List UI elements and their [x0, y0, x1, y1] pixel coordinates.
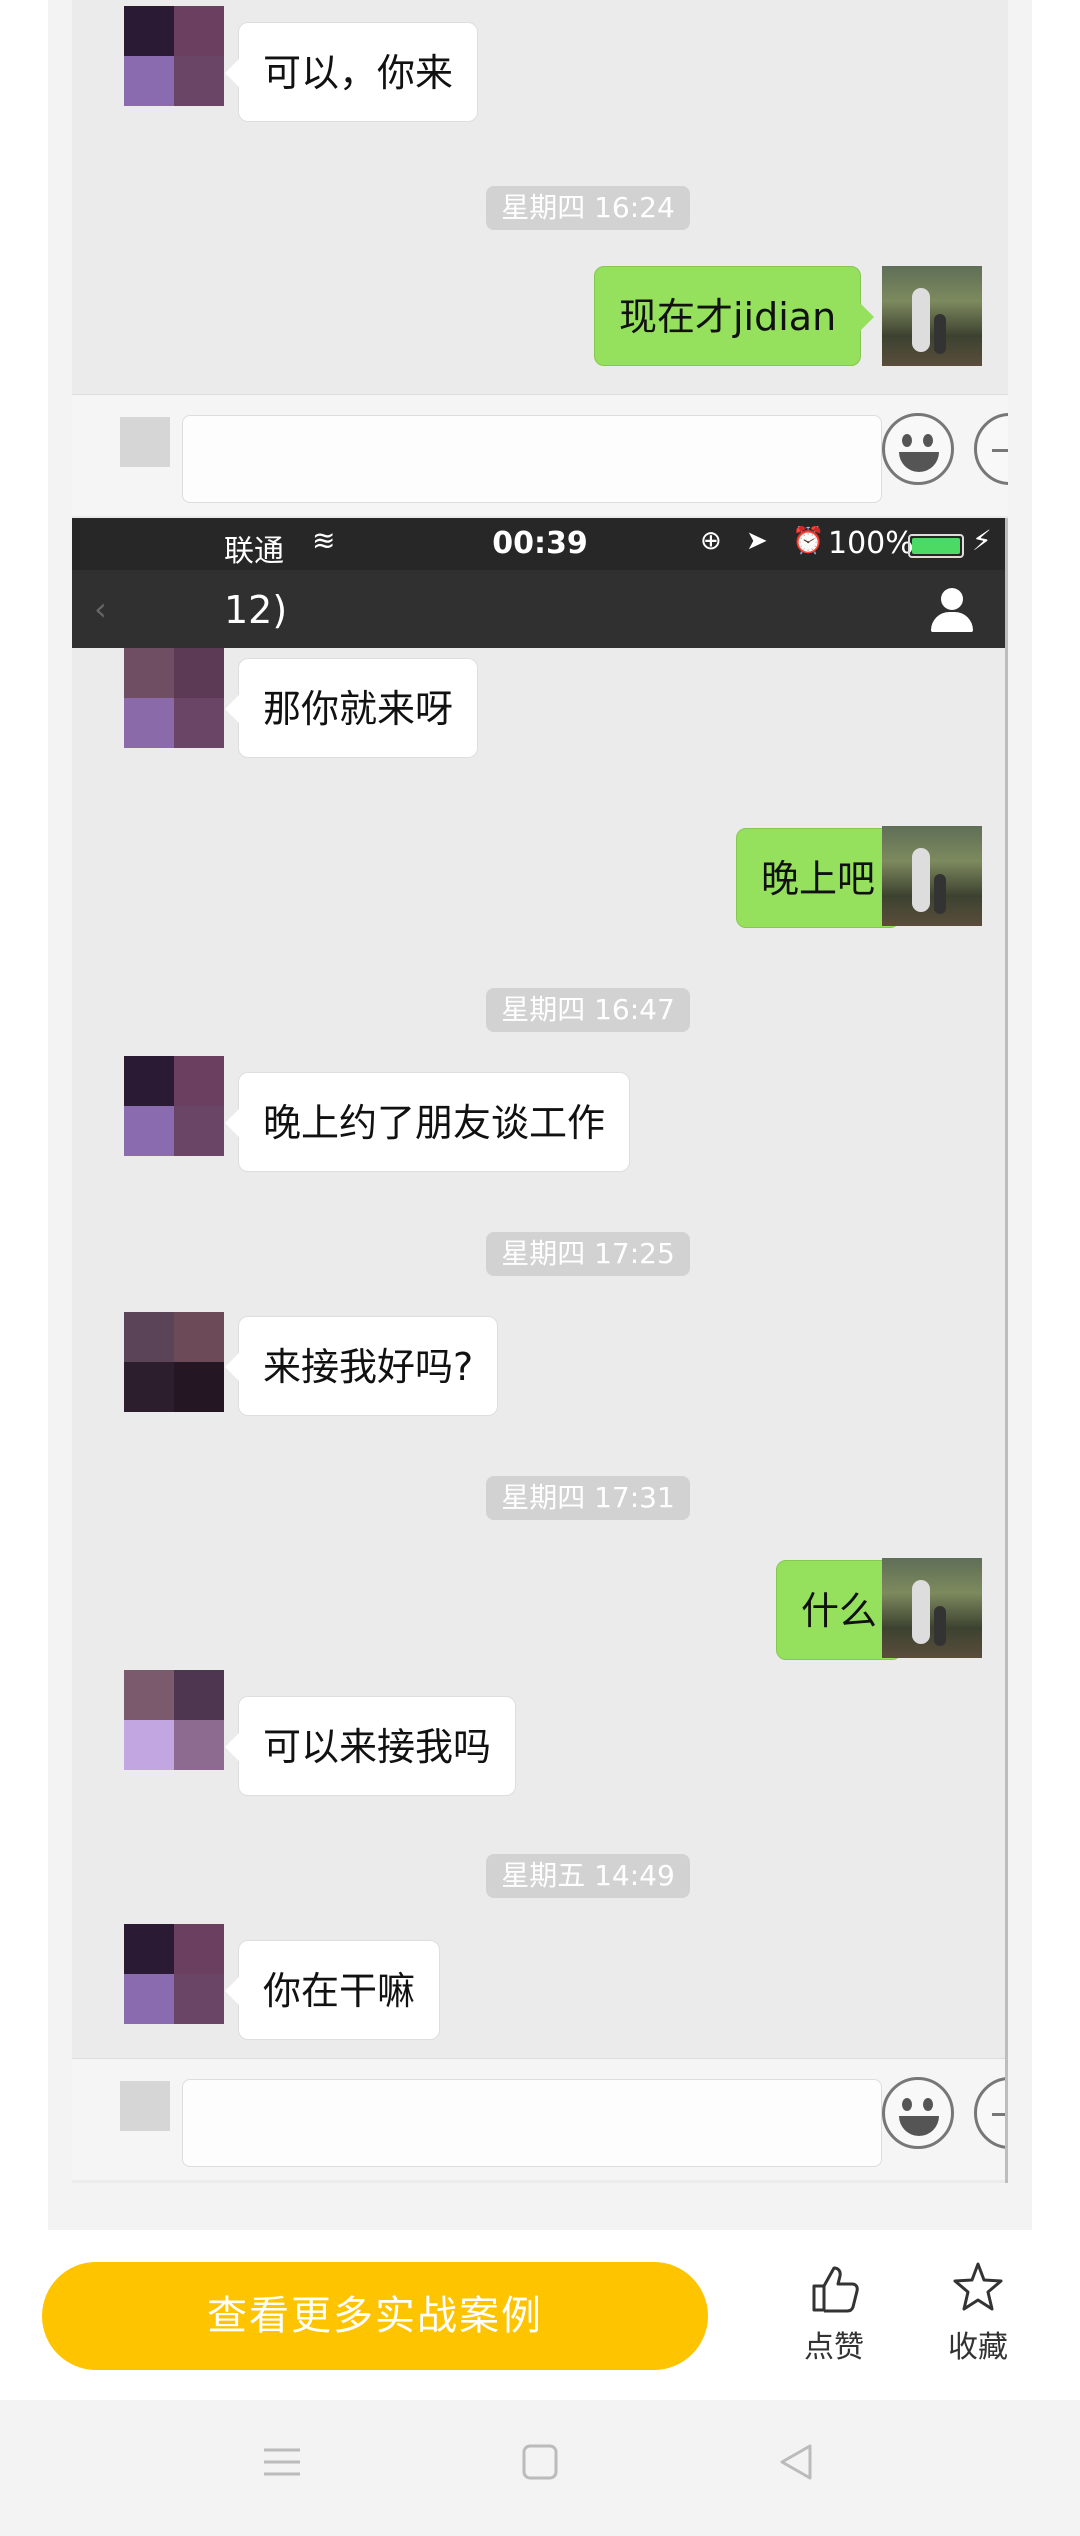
divider	[1005, 518, 1008, 2183]
charging-icon: ⚡	[972, 524, 992, 557]
message-bubble-received: 可以，你来	[224, 22, 479, 122]
message-bubble-received: 那你就来呀	[224, 658, 479, 758]
back-icon[interactable]: ‹	[94, 590, 107, 628]
home-icon[interactable]	[520, 2442, 560, 2482]
thumbs-up-icon	[812, 2266, 859, 2313]
plus-icon[interactable]	[974, 413, 1008, 485]
contact-avatar	[124, 1924, 224, 2024]
back-icon[interactable]	[776, 2442, 816, 2482]
status-bar: 联通 ≋ 00:39 ⊕ ➤ ⏰ 100% ⚡	[72, 518, 1008, 570]
screenshot-card: 可以，你来 星期四 16:24 现在才jidian 联通 ≋ 00:39 ⊕ ➤…	[48, 0, 1032, 2230]
article-page: 可以，你来 星期四 16:24 现在才jidian 联通 ≋ 00:39 ⊕ ➤…	[0, 0, 1080, 2536]
system-nav-bar	[0, 2400, 1080, 2536]
battery-icon	[908, 534, 964, 558]
star-icon	[953, 2262, 1003, 2311]
chat-screenshot-top: 可以，你来 星期四 16:24 现在才jidian	[72, 0, 1008, 518]
timestamp: 星期四 17:31	[486, 1476, 690, 1520]
chat-title: 12)	[224, 588, 288, 632]
person-icon[interactable]	[927, 586, 977, 636]
message-bubble-received: 晚上约了朋友谈工作	[224, 1072, 631, 1172]
my-avatar	[882, 1558, 982, 1658]
view-more-cases-button[interactable]: 查看更多实战案例	[42, 2262, 708, 2370]
battery-percent: 100%	[828, 526, 914, 561]
chat-input-bar	[72, 2058, 1008, 2180]
voice-toggle-icon[interactable]	[120, 417, 170, 467]
message-bubble-sent: 晚上吧	[736, 828, 914, 928]
emoji-icon[interactable]	[882, 413, 954, 485]
bottom-action-bar: 查看更多实战案例 点赞 收藏	[0, 2230, 1080, 2400]
emoji-icon[interactable]	[882, 2077, 954, 2149]
message-bubble-sent: 现在才jidian	[594, 266, 875, 366]
my-avatar	[882, 266, 982, 366]
message-bubble-received: 可以来接我吗	[224, 1696, 517, 1796]
menu-icon[interactable]	[262, 2442, 302, 2482]
timestamp: 星期四 16:47	[486, 988, 690, 1032]
plus-icon[interactable]	[974, 2077, 1008, 2149]
message-input[interactable]	[182, 415, 882, 503]
status-icons: ⊕ ➤ ⏰	[700, 526, 833, 556]
message-input[interactable]	[182, 2079, 882, 2167]
contact-avatar	[124, 648, 224, 748]
my-avatar	[882, 826, 982, 926]
contact-avatar	[124, 1056, 224, 1156]
contact-avatar	[124, 1670, 224, 1770]
chat-screenshot-bottom: 联通 ≋ 00:39 ⊕ ➤ ⏰ 100% ⚡ ‹ 12) 那你就来呀 晚上吧 …	[72, 518, 1008, 2183]
chat-input-bar	[72, 394, 1008, 516]
contact-avatar	[124, 6, 224, 106]
voice-toggle-icon[interactable]	[120, 2081, 170, 2131]
timestamp: 星期四 17:25	[486, 1232, 690, 1276]
message-bubble-received: 你在干嘛	[224, 1940, 441, 2040]
timestamp: 星期五 14:49	[486, 1854, 690, 1898]
chat-nav-bar: ‹ 12)	[72, 570, 1008, 648]
contact-avatar	[124, 1312, 224, 1412]
timestamp: 星期四 16:24	[486, 186, 690, 230]
message-bubble-received: 来接我好吗?	[224, 1316, 499, 1416]
like-button[interactable]: 点赞	[784, 2260, 884, 2366]
like-label: 点赞	[804, 2330, 864, 2365]
favorite-button[interactable]: 收藏	[928, 2260, 1028, 2366]
favorite-label: 收藏	[948, 2330, 1008, 2365]
